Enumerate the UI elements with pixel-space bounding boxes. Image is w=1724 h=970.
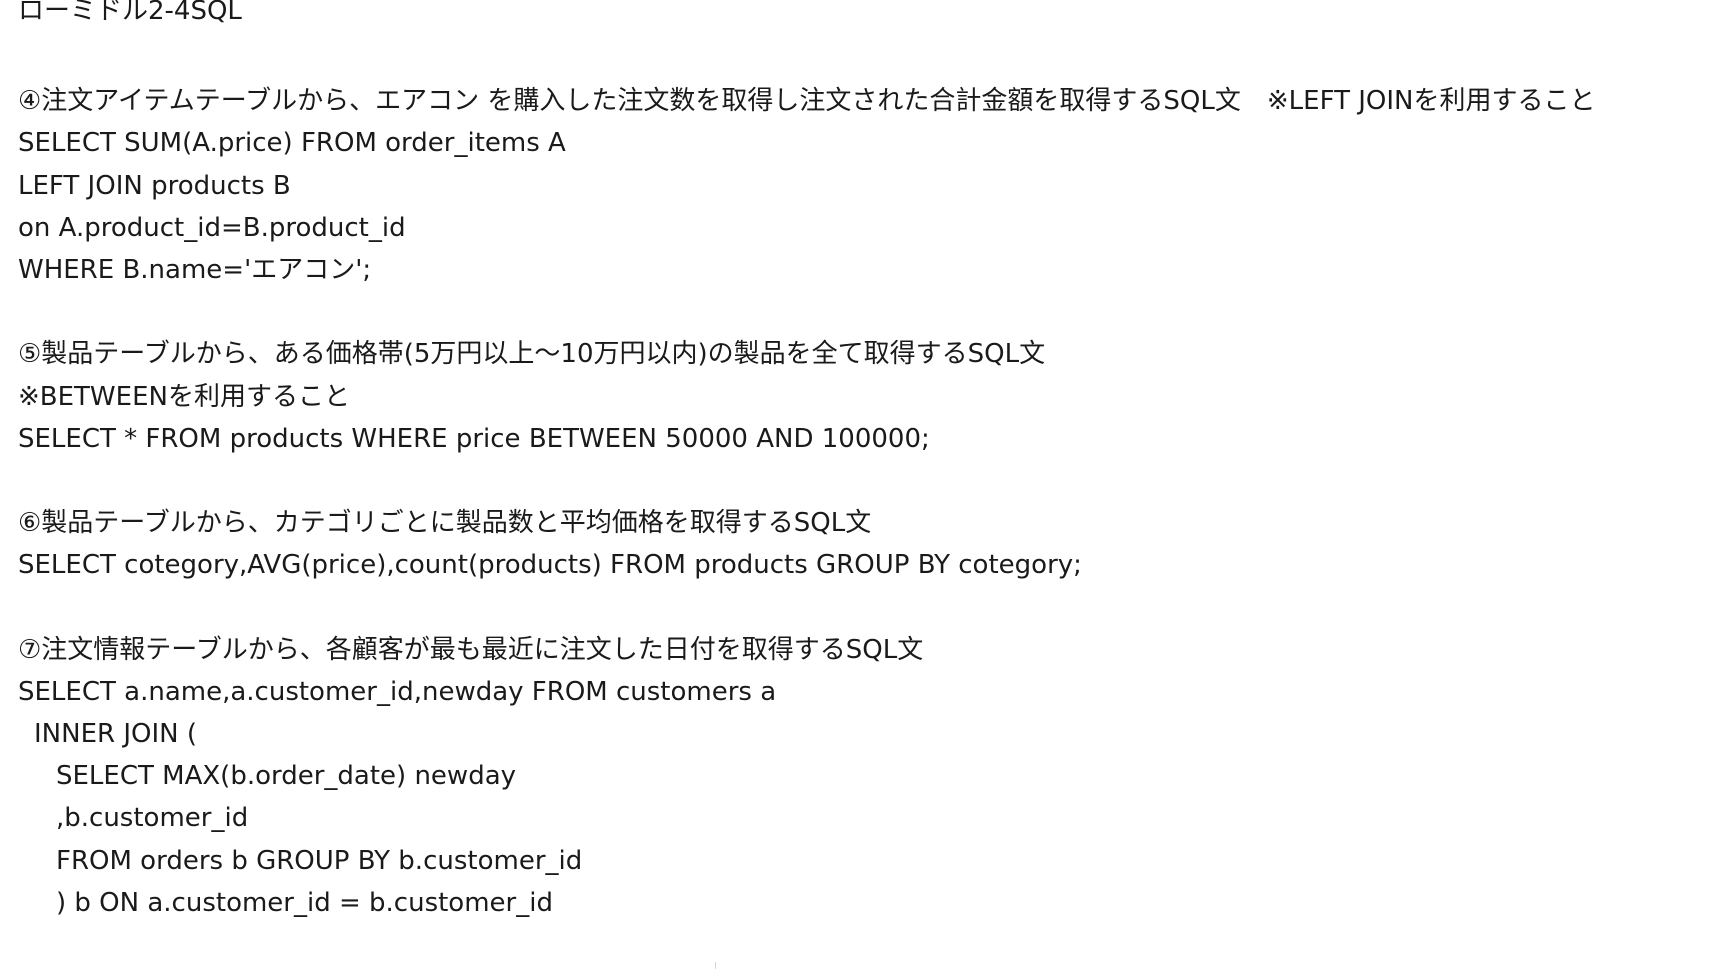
section-5-note: ※BETWEENを利用すること xyxy=(18,381,350,412)
code-line: WHERE B.name='エアコン'; xyxy=(18,254,372,285)
code-line: SELECT cotegory,AVG(price),count(product… xyxy=(18,550,1082,581)
section-7-prompt: ⑦注文情報テーブルから、各顧客が最も最近に注文した日付を取得するSQL文 xyxy=(18,634,924,665)
document-body: ローミドル2-4SQL ④注文アイテムテーブルから、エアコン を購入した注文数を… xyxy=(0,0,1724,970)
bottom-marker xyxy=(715,962,716,969)
section-6-prompt: ⑥製品テーブルから、カテゴリごとに製品数と平均価格を取得するSQL文 xyxy=(18,508,872,539)
code-line: on A.product_id=B.product_id xyxy=(18,212,406,243)
code-line: SELECT * FROM products WHERE price BETWE… xyxy=(18,423,930,454)
code-line: SELECT a.name,a.customer_id,newday FROM … xyxy=(18,676,777,707)
code-line: ,b.customer_id xyxy=(56,803,249,834)
code-line: LEFT JOIN products B xyxy=(18,170,291,201)
section-5-prompt: ⑤製品テーブルから、ある価格帯(5万円以上〜10万円以内)の製品を全て取得するS… xyxy=(18,339,1046,370)
code-line: ) b ON a.customer_id = b.customer_id xyxy=(56,887,553,918)
section-4-prompt: ④注文アイテムテーブルから、エアコン を購入した注文数を取得し注文された合計金額… xyxy=(18,86,1596,117)
code-line: FROM orders b GROUP BY b.customer_id xyxy=(56,845,583,876)
page-title: ローミドル2-4SQL xyxy=(18,0,242,26)
code-line: INNER JOIN ( xyxy=(34,719,197,750)
code-line: SELECT MAX(b.order_date) newday xyxy=(56,761,517,792)
code-line: SELECT SUM(A.price) FROM order_items A xyxy=(18,128,566,159)
